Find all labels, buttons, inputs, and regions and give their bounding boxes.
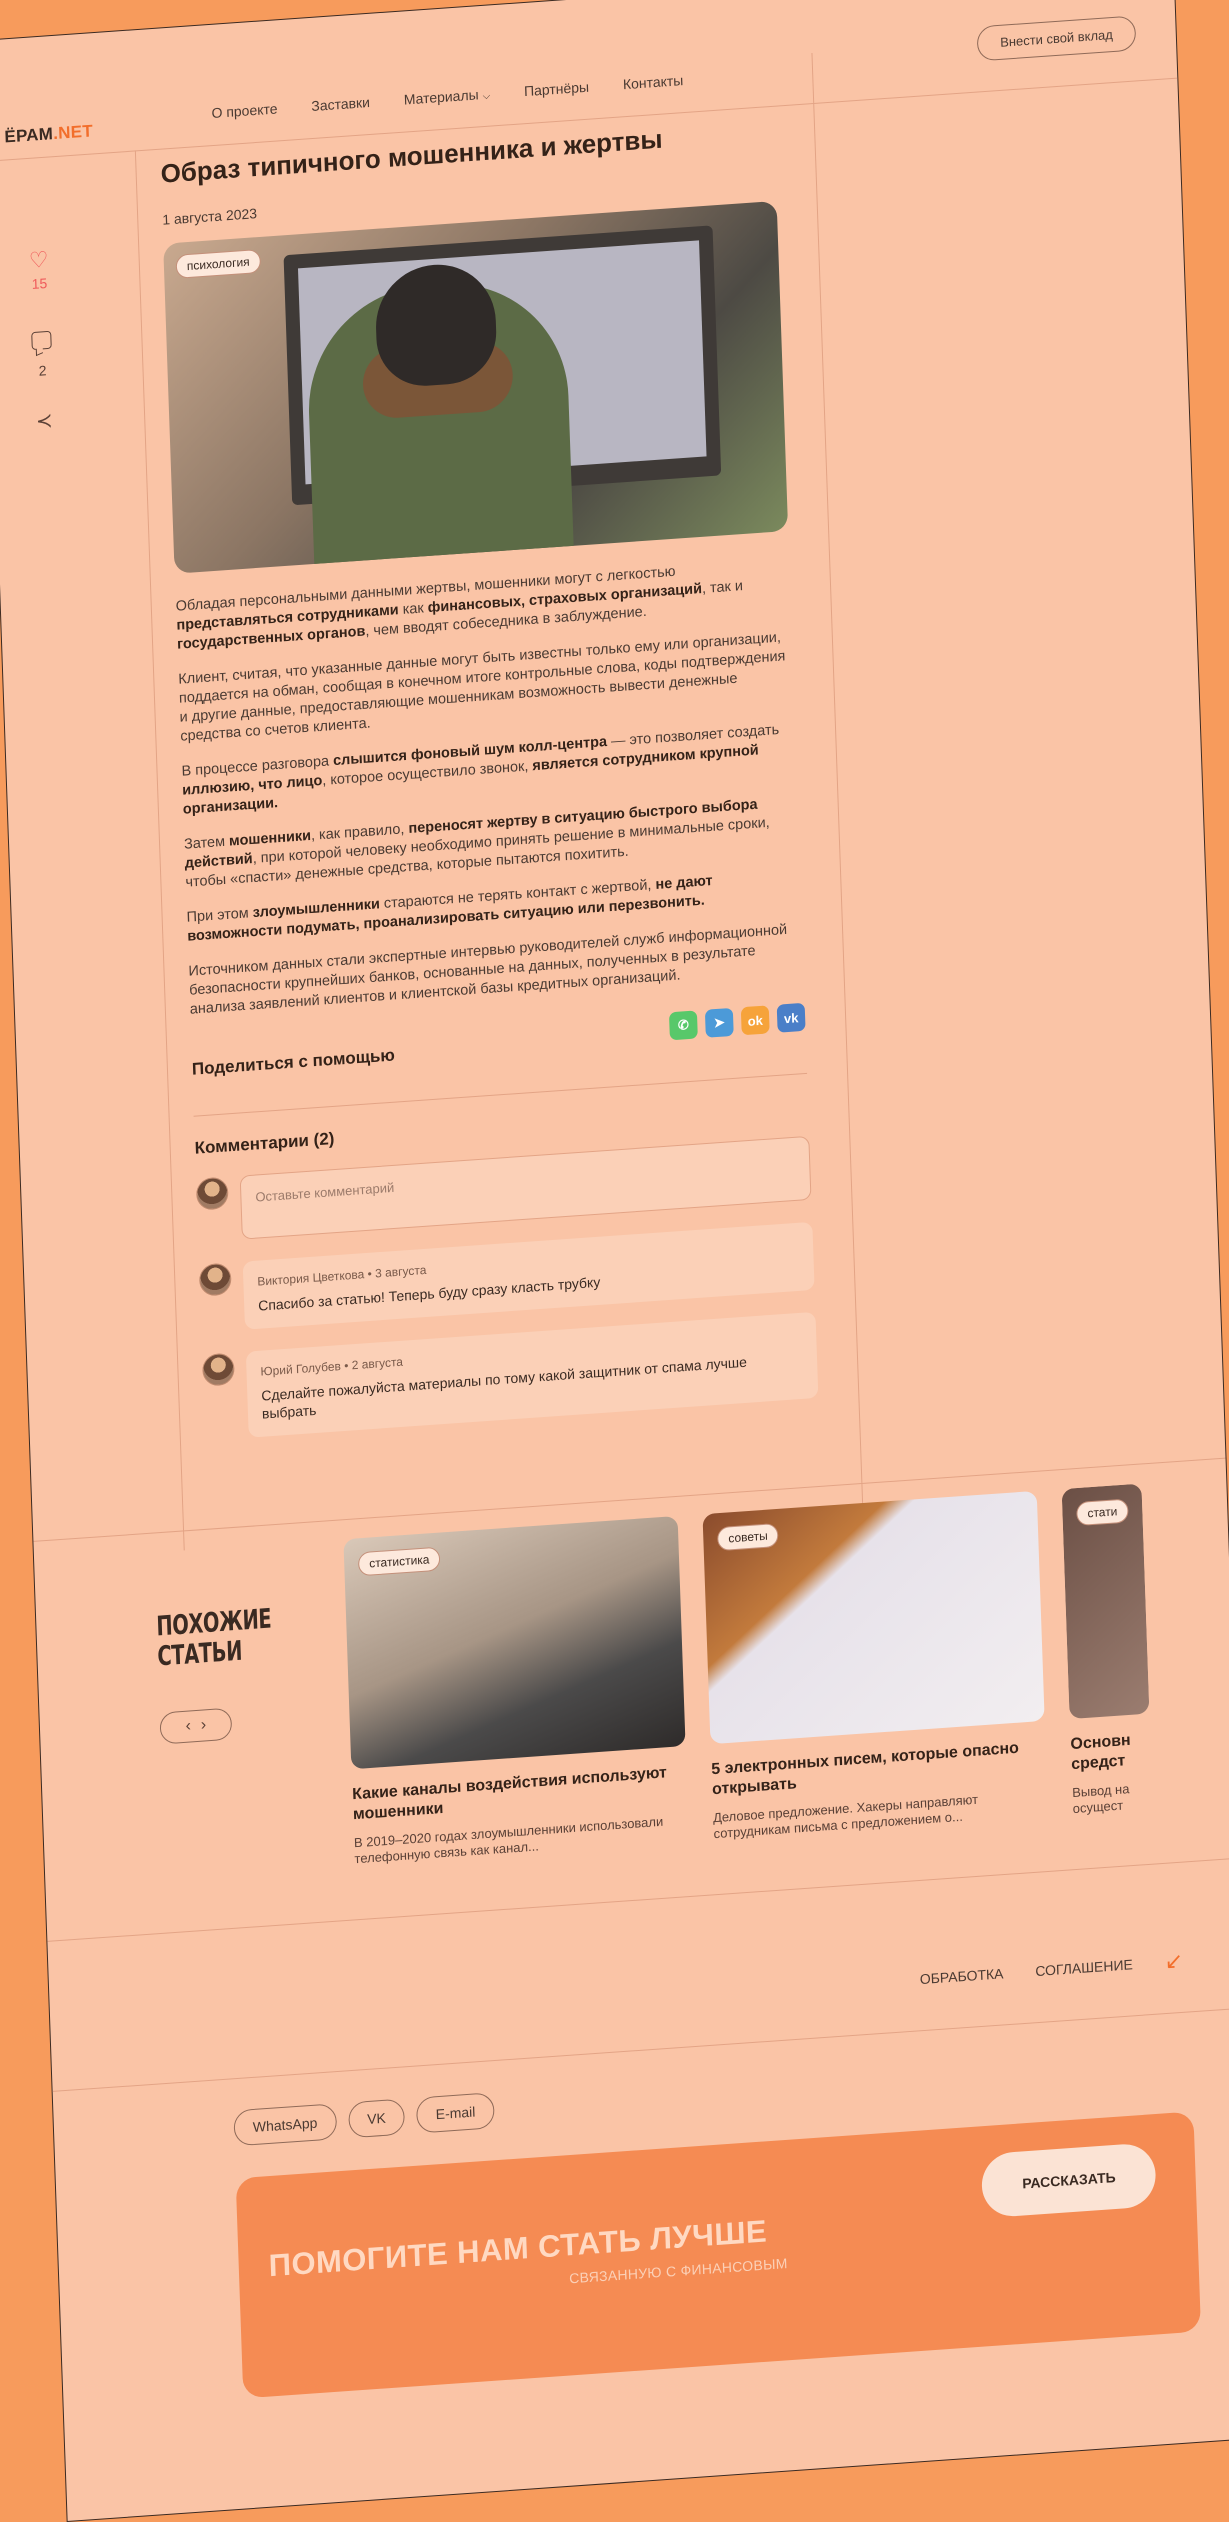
- comment-card: Юрий Голубев • 2 августа Сделайте пожалу…: [245, 1311, 819, 1438]
- comment-card: Виктория Цветкова • 3 августа Спасибо за…: [242, 1221, 815, 1330]
- comment-count: 2: [38, 362, 47, 379]
- avatar: [198, 1262, 232, 1297]
- share-icon[interactable]: ≺: [14, 406, 75, 435]
- related-title: ПОХОЖИЕ СТАТЬИ: [156, 1604, 273, 1673]
- odnoklassniki-icon[interactable]: ok: [740, 1005, 770, 1036]
- page-card: ЁРАМ.NET О проекте Заставки Материалы ⌵ П…: [0, 0, 1229, 2522]
- related-card-image: статистика: [343, 1515, 686, 1770]
- arrow-down-left-icon[interactable]: ↙: [1164, 1948, 1183, 1975]
- avatar: [195, 1176, 229, 1211]
- related-card-image: стати: [1061, 1483, 1150, 1720]
- related-card[interactable]: статистика Какие каналы воздействия испо…: [343, 1515, 689, 1867]
- nav-item-partners[interactable]: Партнёры: [524, 79, 590, 100]
- telegram-icon[interactable]: ➤: [704, 1007, 734, 1038]
- whatsapp-pill[interactable]: WhatsApp: [233, 2103, 337, 2147]
- right-divider: [811, 52, 864, 1504]
- article-body: Обладая персональными данными жертвы, мо…: [175, 555, 803, 1020]
- site-logo[interactable]: ЁРАМ.NET: [4, 121, 93, 147]
- article: Образ типичного мошенника и жертвы 1 авг…: [160, 116, 819, 1441]
- feedback-banner: ПОМОГИТЕ НАМ СТАТЬ ЛУЧШЕ СВЯЗАННУЮ С ФИН…: [235, 2111, 1202, 2399]
- chevron-down-icon: ⌵: [482, 90, 491, 103]
- like-count: 15: [31, 274, 48, 292]
- category-tag[interactable]: стати: [1076, 1498, 1129, 1527]
- main-nav: О проекте Заставки Материалы ⌵ Партнёры К…: [211, 72, 683, 121]
- related-articles: ПОХОЖИЕ СТАТЬИ ‹ › статистика Какие канал…: [154, 1477, 1229, 1912]
- category-tag[interactable]: психология: [175, 248, 262, 279]
- related-title-line-2: СТАТЬИ: [156, 1635, 243, 1673]
- category-tag[interactable]: статистика: [357, 1546, 441, 1577]
- footer-divider: [52, 2007, 1229, 2092]
- email-pill[interactable]: E-mail: [416, 2092, 495, 2134]
- related-card-image: советы: [702, 1490, 1045, 1745]
- logo-text: ЁРАМ: [4, 124, 54, 147]
- processing-link[interactable]: ОБРАБОТКА: [920, 1965, 1004, 1987]
- chevron-left-icon[interactable]: ‹: [185, 1717, 191, 1735]
- chevron-right-icon[interactable]: ›: [201, 1716, 207, 1734]
- nav-item-about[interactable]: О проекте: [211, 100, 277, 121]
- comment-date: 2 августа: [351, 1354, 404, 1373]
- comment-icon[interactable]: [31, 330, 52, 351]
- article-actions: ♡ 15 2 ≺: [8, 245, 74, 435]
- related-card-title[interactable]: Основн средст: [1070, 1730, 1151, 1776]
- comment-date: 3 августа: [374, 1262, 427, 1281]
- contact-pills: WhatsApp VK E-mail: [233, 2092, 495, 2147]
- related-card-desc: Вывод на осущест: [1071, 1781, 1130, 1817]
- share-icons: ✆ ➤ ok vk: [668, 1002, 806, 1041]
- nav-item-materials-label: Материалы: [403, 86, 479, 108]
- footer-links: ОБРАБОТКА СОГЛАШЕНИЕ ↙: [919, 1948, 1184, 1992]
- comment-item: Виктория Цветкова • 3 августа Спасибо за…: [198, 1221, 815, 1333]
- logo-domain: .NET: [52, 121, 94, 144]
- article-hero-image: психология: [163, 200, 789, 574]
- category-tag[interactable]: советы: [716, 1522, 780, 1552]
- nav-item-materials[interactable]: Материалы ⌵: [403, 86, 491, 108]
- tell-us-button[interactable]: РАССКАЗАТЬ: [981, 2142, 1157, 2219]
- share-label: Поделиться с помощью: [191, 1045, 396, 1079]
- nav-item-contacts[interactable]: Контакты: [623, 72, 684, 92]
- share-row: Поделиться с помощью ✆ ➤ ok vk: [191, 1002, 806, 1086]
- comment-author[interactable]: Виктория Цветкова: [257, 1267, 364, 1288]
- deposit-button[interactable]: Внести свой вклад: [976, 15, 1137, 62]
- comment-input[interactable]: Оставьте комментарий: [239, 1135, 812, 1240]
- related-card[interactable]: советы 5 электронных писем, которые опас…: [702, 1490, 1048, 1842]
- comments-section: Комментарии (2) Оставьте комментарий Вик…: [193, 1072, 819, 1441]
- comment-author[interactable]: Юрий Голубев: [260, 1359, 341, 1379]
- vk-pill[interactable]: VK: [347, 2098, 406, 2139]
- agreement-link[interactable]: СОГЛАШЕНИЕ: [1035, 1956, 1133, 1979]
- nav-item-screensavers[interactable]: Заставки: [311, 94, 370, 114]
- avatar: [201, 1352, 235, 1387]
- related-card[interactable]: стати Основн средст Вывод на осущест: [1061, 1483, 1153, 1818]
- comment-item: Юрий Голубев • 2 августа Сделайте пожалу…: [201, 1311, 819, 1441]
- vk-icon[interactable]: vk: [776, 1002, 806, 1033]
- heart-icon[interactable]: ♡: [8, 245, 69, 275]
- carousel-controls: ‹ ›: [159, 1707, 233, 1745]
- whatsapp-icon[interactable]: ✆: [668, 1010, 698, 1041]
